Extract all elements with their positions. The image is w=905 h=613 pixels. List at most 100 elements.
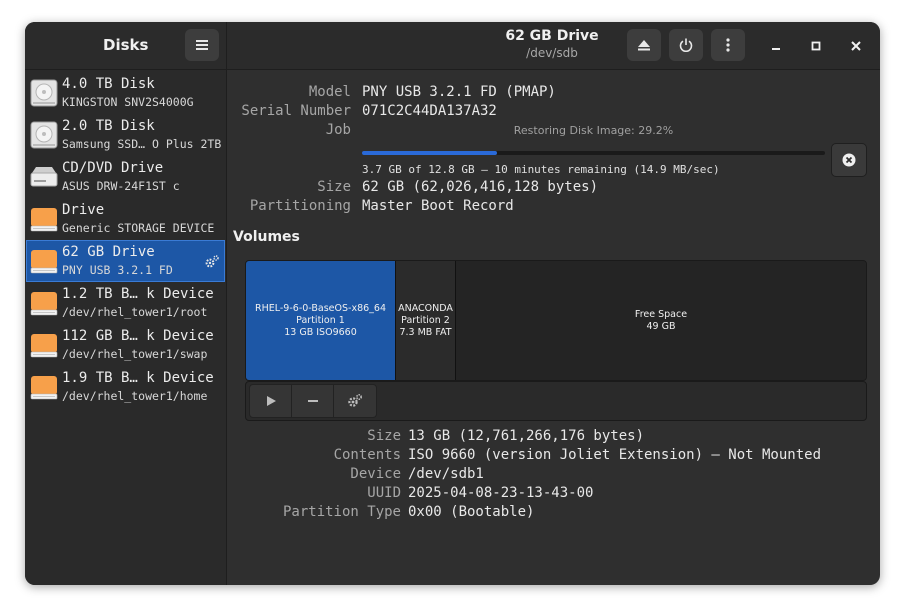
hdd-icon [30,79,58,107]
partition-options-button[interactable] [333,384,377,418]
partition-type-value: 0x00 (Bootable) [408,504,535,520]
drive-name: 2.0 TB Disk [62,118,155,134]
optical-drive-icon [30,163,58,191]
drive-name: Drive [62,202,105,218]
drive-description: /dev/rhel_tower1/swap [62,347,208,361]
serial-value: 071C2C44DA137A32 [362,103,497,119]
removable-drive-icon [30,247,58,275]
volumes-title: Volumes [233,229,300,245]
uuid-label: UUID [367,485,401,501]
header-bar: Disks 62 GB Drive /dev/sdb [25,22,880,70]
drive-options-button[interactable] [711,29,745,61]
main-menu-button[interactable] [185,29,219,61]
close-icon [851,41,861,51]
partition-size-value: 13 GB (12,761,266,176 bytes) [408,428,645,444]
disks-window: Disks 62 GB Drive /dev/sdb 4.0 TB Disk K… [25,22,880,585]
minus-icon [308,400,318,402]
volume-partition-1[interactable]: RHEL-9-6-0-BaseOS-x86_64 Partition 1 13 … [246,261,396,380]
job-running-icon [205,255,219,268]
drive-description: PNY USB 3.2.1 FD [62,263,173,277]
power-off-button[interactable] [669,29,703,61]
drive-name: 4.0 TB Disk [62,76,155,92]
job-detail: 3.7 GB of 12.8 GB — 10 minutes remaining… [362,163,720,176]
drive-name: 1.9 TB B… k Device [62,370,214,386]
drive-item[interactable]: Drive Generic STORAGE DEVICE [27,199,224,239]
window-title: 62 GB Drive /dev/sdb [477,28,627,60]
volume-free-space[interactable]: Free Space 49 GB [456,261,866,380]
free-space-size: 49 GB [646,320,676,332]
delete-partition-button[interactable] [291,384,335,418]
size-label: Size [317,179,351,195]
drive-item[interactable]: 4.0 TB Disk KINGSTON SNV2S4000G [27,73,224,113]
serial-label: Serial Number [241,103,351,119]
partition-size-label: Size [367,428,401,444]
drive-description: /dev/rhel_tower1/home [62,389,208,403]
drive-item[interactable]: CD/DVD Drive ASUS DRW-24F1ST c [27,157,224,197]
drive-description: /dev/rhel_tower1/root [62,305,208,319]
job-progress-fill [362,151,498,155]
size-value: 62 GB (62,026,416,128 bytes) [362,179,599,195]
minimize-button[interactable] [764,34,788,58]
play-icon [267,396,276,406]
partition-type-label: Partition Type [282,504,401,520]
drive-title: 62 GB Drive [505,28,599,44]
job-caption: Restoring Disk Image: 29.2% [513,124,674,137]
drive-item[interactable]: 62 GB Drive PNY USB 3.2.1 FD [26,240,225,282]
drive-item[interactable]: 1.2 TB B… k Device/dev/rhel_tower1/root [27,283,224,323]
drive-subtitle: /dev/sdb [526,46,578,60]
hdd-icon [30,121,58,149]
volume-1-size: 13 GB ISO9660 [284,326,357,338]
drive-description: KINGSTON SNV2S4000G [62,95,194,109]
volume-toolbar [245,381,867,421]
volume-1-partition: Partition 1 [296,314,345,326]
drive-description: ASUS DRW-24F1ST c [62,179,180,193]
job-progress-bar [362,151,825,155]
device-value: /dev/sdb1 [408,466,484,482]
power-icon [679,38,693,52]
mount-button[interactable] [249,384,293,418]
drive-name: 1.2 TB B… k Device [62,286,214,302]
partitioning-value: Master Boot Record [362,198,514,214]
removable-drive-icon [30,205,58,233]
volume-2-size: 7.3 MB FAT [399,326,452,338]
eject-button[interactable] [627,29,661,61]
contents-label: Contents [333,447,401,463]
model-value: PNY USB 3.2.1 FD (PMAP) [362,84,556,100]
model-label: Model [308,84,351,100]
cancel-icon [842,153,856,167]
free-space-label: Free Space [634,308,688,320]
drive-name: 112 GB B… k Device [62,328,214,344]
drive-list: 4.0 TB Disk KINGSTON SNV2S4000G 2.0 TB Dis… [25,70,227,585]
drive-item[interactable]: 2.0 TB Disk Samsung SSD… O Plus 2TB [27,115,224,155]
volume-2-partition: Partition 2 [401,314,450,326]
partitioning-label: Partitioning [249,198,351,214]
drive-details: Model PNY USB 3.2.1 FD (PMAP) Serial Num… [227,70,880,585]
drive-item[interactable]: 112 GB B… k Device/dev/rhel_tower1/swap [27,325,224,365]
volume-map: RHEL-9-6-0-BaseOS-x86_64 Partition 1 13 … [245,260,867,381]
volume-2-name: ANACONDA [398,302,453,314]
contents-value: ISO 9660 (version Joliet Extension) — No… [408,447,822,463]
volume-partition-2[interactable]: ANACONDA Partition 2 7.3 MB FAT [396,261,456,380]
drive-item[interactable]: 1.9 TB B… k Device/dev/rhel_tower1/home [27,367,224,407]
close-button[interactable] [844,34,868,58]
hamburger-icon [196,40,208,50]
drive-description: Generic STORAGE DEVICE [62,221,215,235]
block-device-icon [30,373,58,401]
gears-icon [348,393,363,407]
sidebar-header: Disks [25,22,227,69]
maximize-icon [811,41,821,51]
block-device-icon [30,289,58,317]
job-label: Job [325,122,351,138]
cancel-job-button[interactable] [831,143,867,177]
drive-name: CD/DVD Drive [62,160,164,176]
uuid-value: 2025-04-08-23-13-43-00 [408,485,594,501]
maximize-button[interactable] [804,34,828,58]
block-device-icon [30,331,58,359]
drive-name: 62 GB Drive [62,244,155,260]
vertical-dots-icon [726,38,730,52]
eject-icon [638,39,650,50]
volume-1-name: RHEL-9-6-0-BaseOS-x86_64 [255,302,386,314]
minimize-icon [772,48,780,50]
device-label: Device [350,466,401,482]
drive-description: Samsung SSD… O Plus 2TB [62,137,222,151]
